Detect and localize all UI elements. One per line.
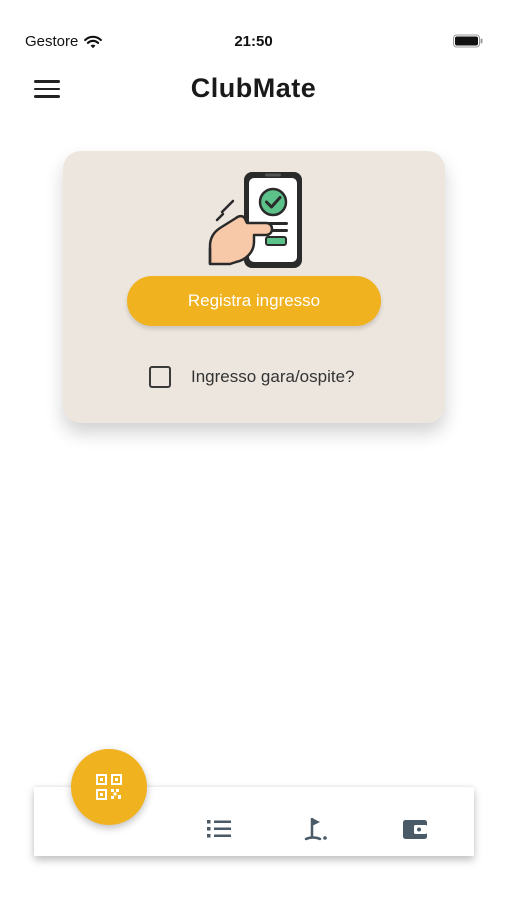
app-bar: ClubMate	[0, 62, 507, 118]
guest-entry-checkbox[interactable]	[149, 366, 171, 388]
status-bar: Gestore 21:50	[0, 0, 507, 62]
phone-checkin-illustration	[208, 172, 302, 268]
nav-item-wallet[interactable]	[400, 814, 430, 844]
status-time: 21:50	[234, 33, 273, 50]
register-entry-button[interactable]: Registra ingresso	[127, 276, 381, 326]
nav-item-list[interactable]	[204, 814, 234, 844]
guest-entry-option[interactable]: Ingresso gara/ospite?	[149, 365, 355, 389]
battery-icon	[453, 34, 483, 48]
nav-item-golf[interactable]	[302, 814, 332, 844]
golf-flag-icon	[304, 818, 327, 841]
qr-scan-button[interactable]	[71, 749, 147, 825]
qr-code-icon	[96, 774, 122, 800]
guest-entry-label: Ingresso gara/ospite?	[191, 367, 355, 386]
entry-card: Registra ingresso Ingresso gara/ospite?	[63, 151, 445, 423]
page-title: ClubMate	[190, 73, 317, 103]
wallet-icon	[403, 820, 427, 839]
list-icon	[207, 820, 231, 838]
